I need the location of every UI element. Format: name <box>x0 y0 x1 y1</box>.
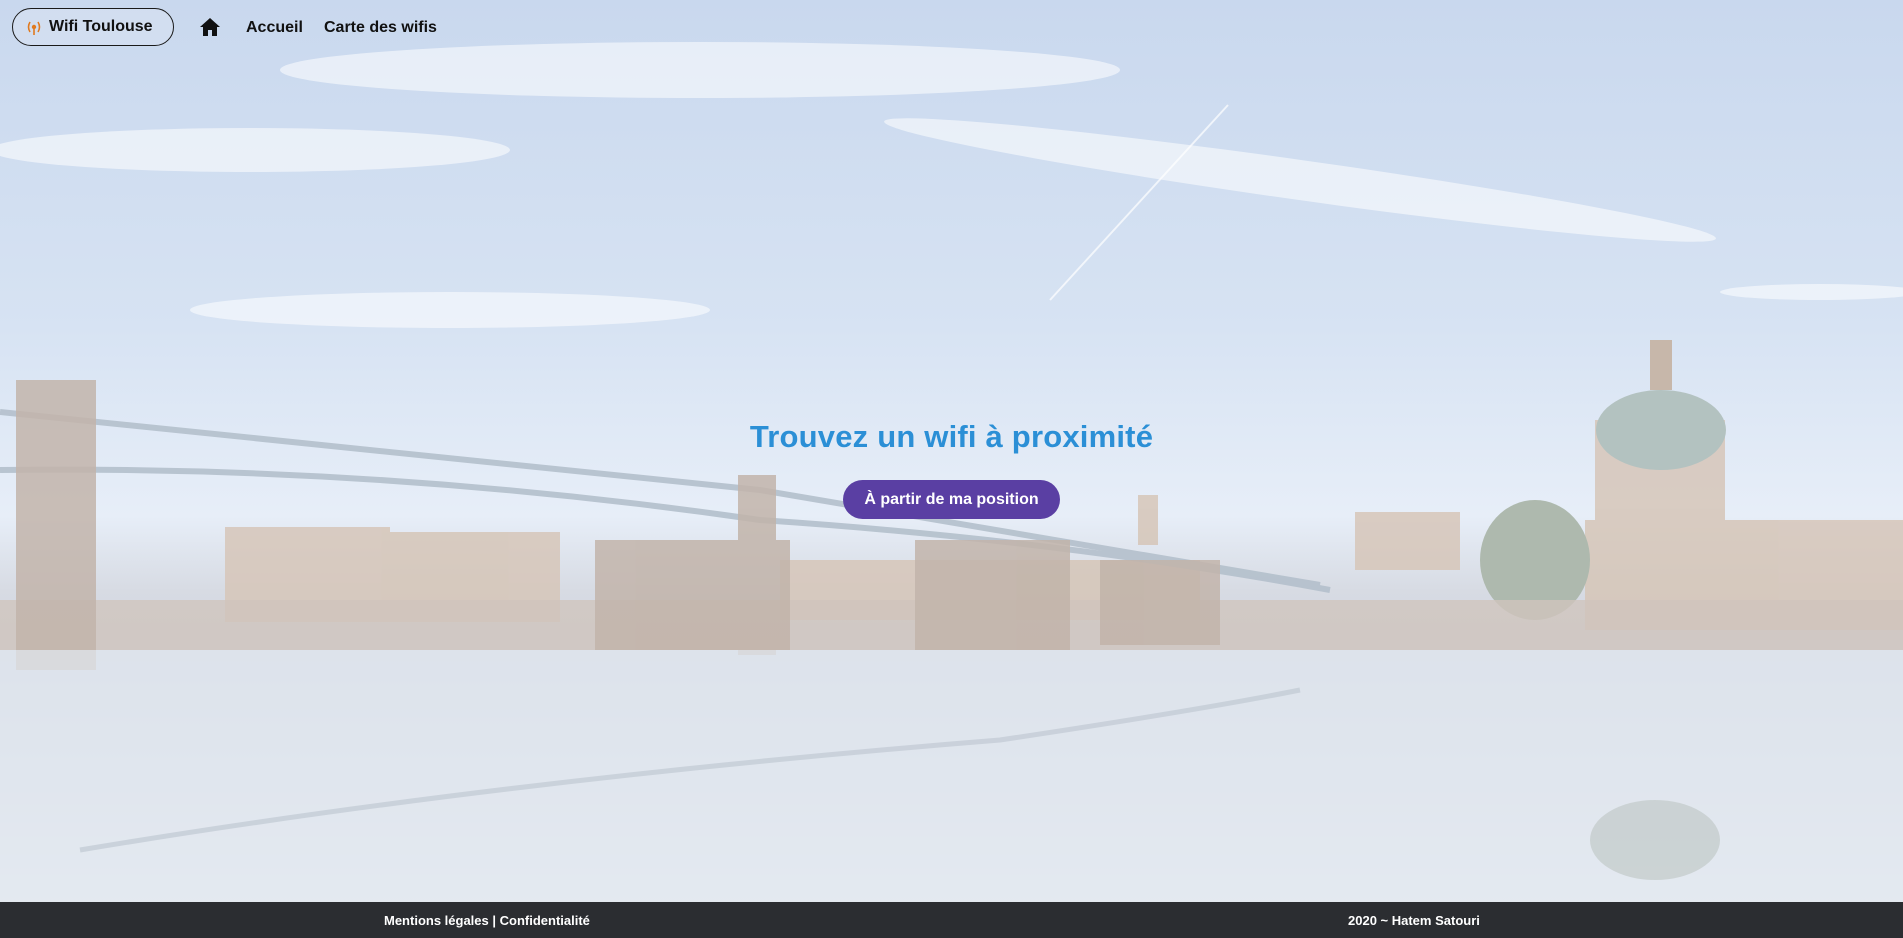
footer: Mentions légales | Confidentialité 2020 … <box>0 902 1903 938</box>
footer-links: Mentions légales | Confidentialité <box>384 913 590 928</box>
privacy-link[interactable]: Confidentialité <box>500 913 590 928</box>
top-navbar: Wifi Toulouse Accueil Carte des wifis <box>0 0 1903 58</box>
hero-title: Trouvez un wifi à proximité <box>749 419 1154 454</box>
footer-credit: 2020 ~ Hatem Satouri <box>1348 913 1480 928</box>
nav-link-carte-des-wifis[interactable]: Carte des wifis <box>324 19 437 37</box>
toulouse-landscape-illustration <box>0 42 1903 902</box>
brand-label: Wifi Toulouse <box>49 18 153 35</box>
nav-link-accueil[interactable]: Accueil <box>246 19 303 37</box>
legal-notice-link[interactable]: Mentions légales <box>384 913 489 928</box>
footer-separator: | <box>488 913 500 928</box>
brand-button[interactable]: Wifi Toulouse <box>12 8 174 46</box>
home-icon[interactable] <box>199 17 221 37</box>
locate-me-button[interactable]: À partir de ma position <box>843 480 1060 519</box>
wifi-icon <box>25 18 43 36</box>
background-photo <box>0 0 1903 938</box>
